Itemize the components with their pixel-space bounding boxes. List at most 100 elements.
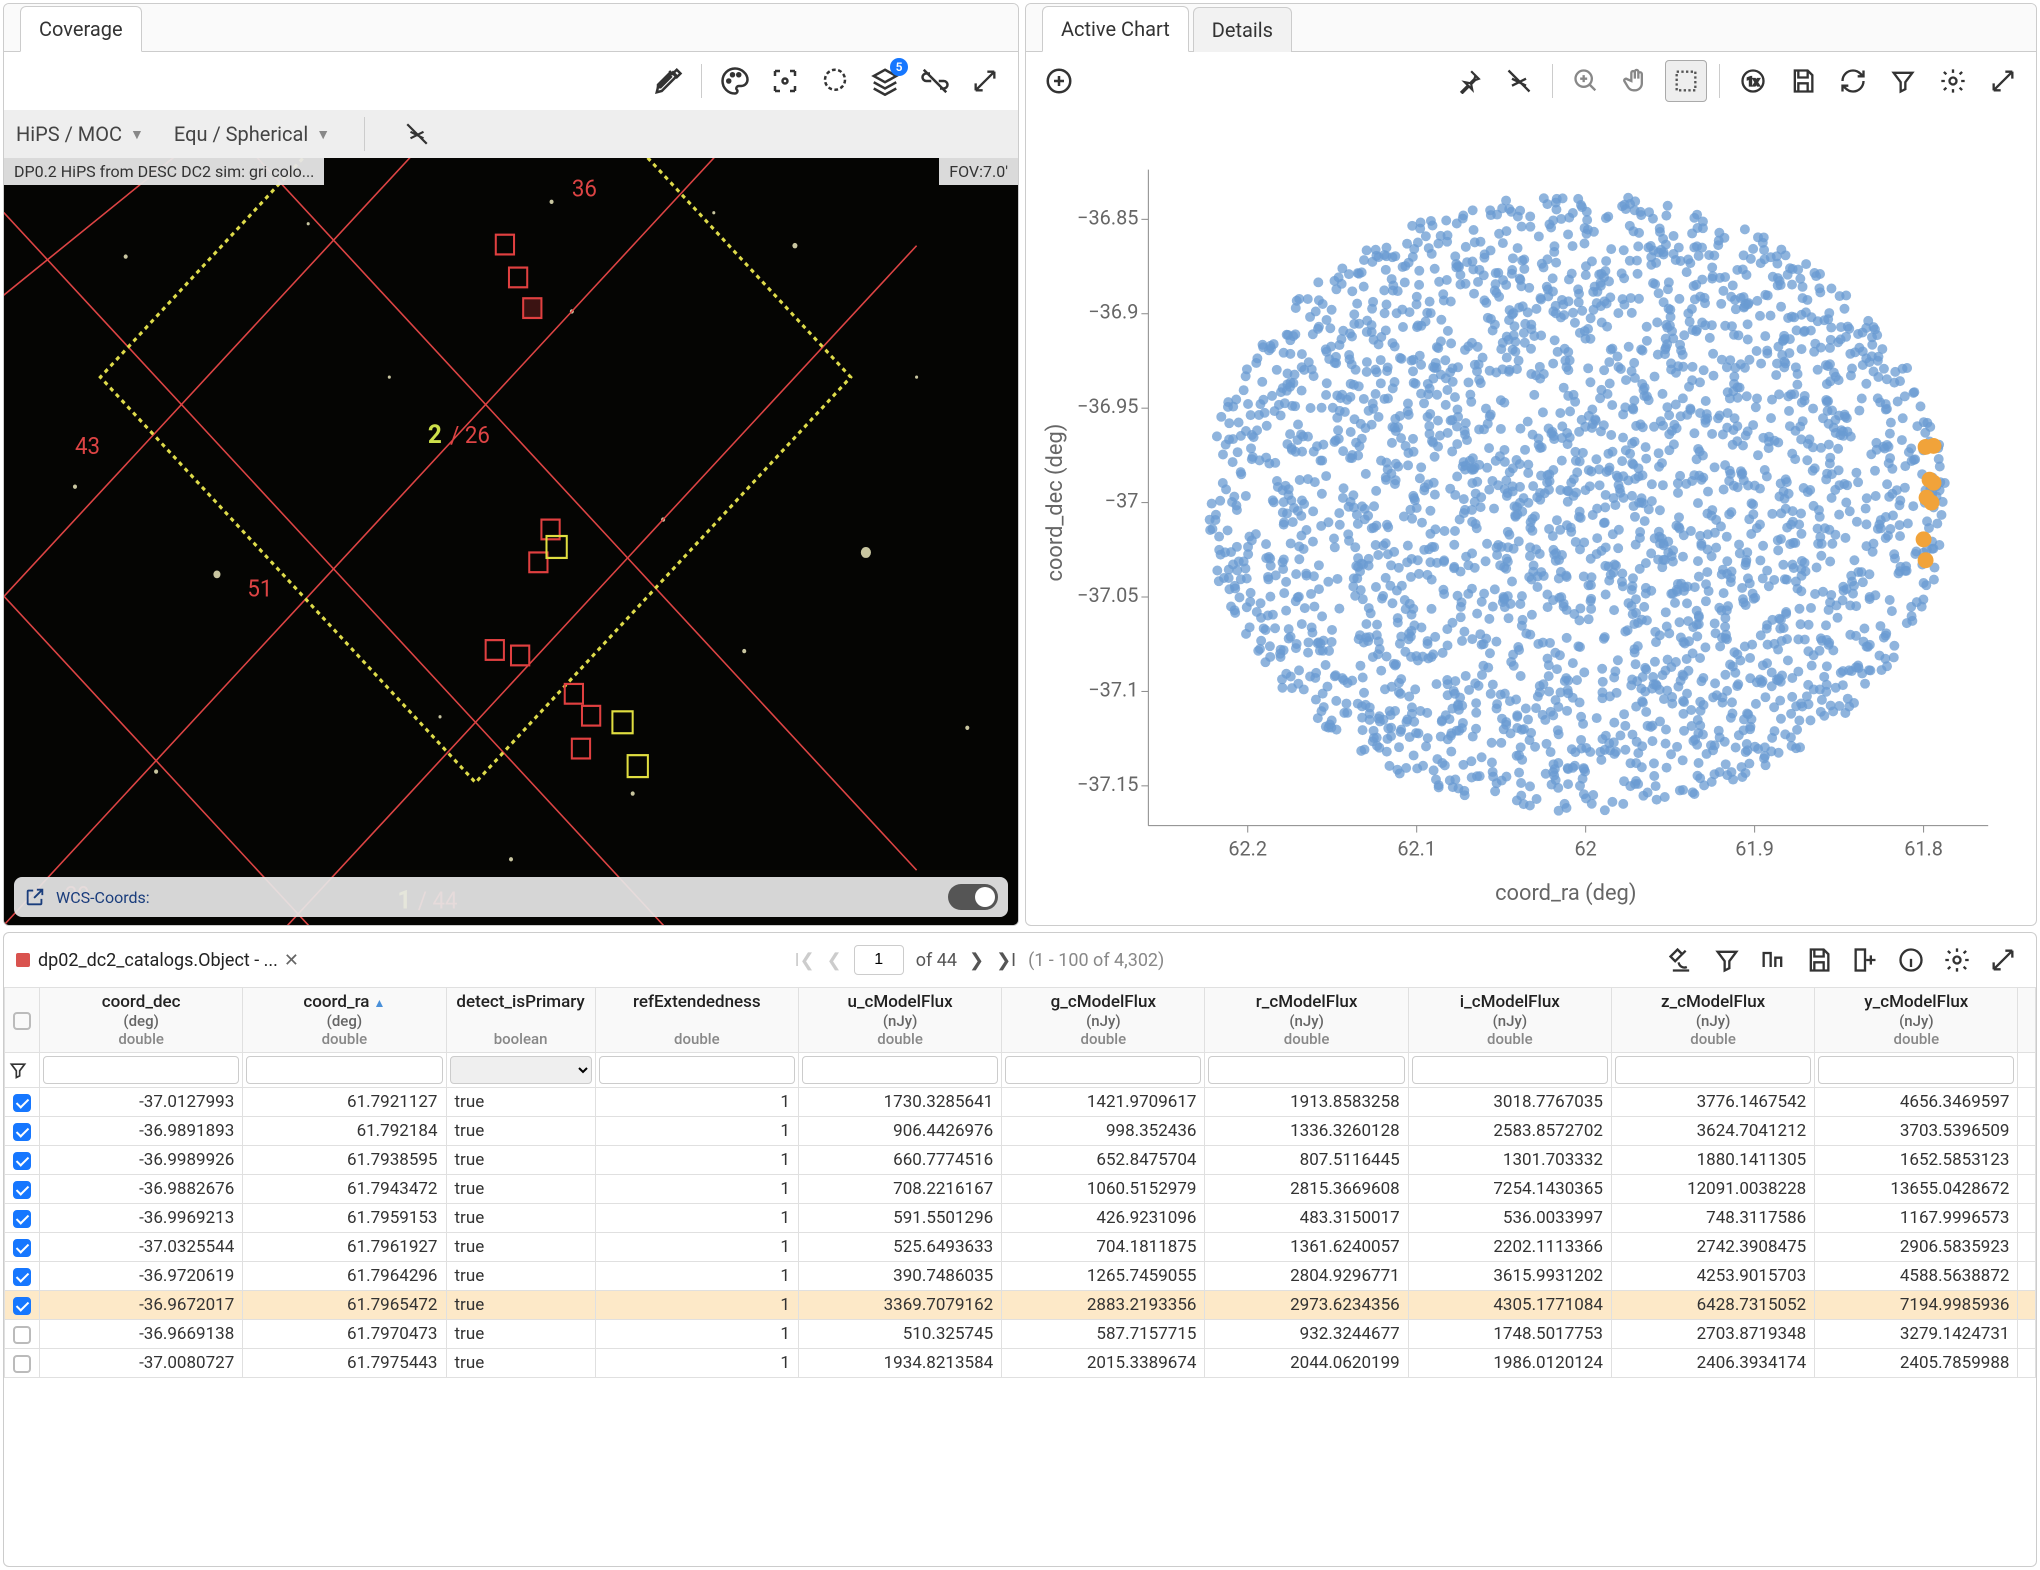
filter-r_cModelFlux[interactable] [1208,1056,1404,1084]
row-filter-icon[interactable] [8,1060,28,1080]
cell-coord_dec: -36.9882676 [40,1175,243,1204]
pan-icon[interactable] [1615,60,1657,102]
sky-image[interactable]: DP0.2 HiPS from DESC DC2 sim: gri colo..… [4,158,1018,925]
filter-refExtendedness[interactable] [599,1056,795,1084]
col-y_cModelFlux[interactable]: y_cModelFlux(nJy)double [1815,988,2018,1053]
scatter-plot[interactable]: −36.85 −36.9 −36.95 −37 −37.05 −37.1 −37… [1026,110,2036,925]
expand-icon[interactable] [964,60,1006,102]
text-options-icon[interactable] [1752,939,1794,981]
filter-detect_isPrimary[interactable] [450,1056,592,1084]
link-off-icon[interactable] [914,60,956,102]
table-row[interactable]: -36.989189361.792184true1906.4426976998.… [5,1117,2036,1146]
tools-icon[interactable] [647,60,689,102]
filter-i_cModelFlux[interactable] [1412,1056,1608,1084]
table-save-icon[interactable] [1798,939,1840,981]
select-all-checkbox[interactable] [13,1012,31,1030]
table-row[interactable]: -36.966913861.7970473true1510.325745587.… [5,1320,2036,1349]
table-settings-icon[interactable] [1936,939,1978,981]
cell-i_cModelFlux: 2202.1113366 [1408,1233,1611,1262]
filter-u_cModelFlux[interactable] [802,1056,998,1084]
add-column-icon[interactable] [1844,939,1886,981]
page-last-icon[interactable]: ❯I [996,950,1016,971]
col-detect_isPrimary[interactable]: detect_isPrimary boolean [446,988,595,1053]
coverage-toolbar: 5 [4,52,1018,110]
frame-dropdown[interactable]: Equ / Spherical▼ [174,122,330,146]
filter-coord_dec[interactable] [43,1056,239,1084]
info-icon[interactable] [1890,939,1932,981]
settings-icon[interactable] [1932,60,1974,102]
col-coord_dec[interactable]: coord_dec(deg)double [40,988,243,1053]
save-icon[interactable] [1782,60,1824,102]
filter-coord_ra[interactable] [246,1056,442,1084]
coords-toggle[interactable] [948,884,998,910]
layers-icon[interactable]: 5 [864,60,906,102]
microscope-icon[interactable] [1660,939,1702,981]
col-g_cModelFlux[interactable]: g_cModelFlux(nJy)double [1002,988,1205,1053]
cell-z_cModelFlux: 12091.0038228 [1611,1175,1814,1204]
table-scroll[interactable]: coord_dec(deg)doublecoord_ra▲(deg)double… [4,987,2036,1567]
cell-refExtendedness: 1 [595,1204,798,1233]
cell-z_cModelFlux: 6428.7315052 [1611,1291,1814,1320]
zoom-reset-icon[interactable]: 1x [1732,60,1774,102]
page-prev-icon[interactable]: ❮ [827,950,842,971]
filter-g_cModelFlux[interactable] [1005,1056,1201,1084]
col-u_cModelFlux[interactable]: u_cModelFlux(nJy)double [798,988,1001,1053]
table-row[interactable]: -36.967201761.7965472true13369.707916228… [5,1291,2036,1320]
refresh-icon[interactable] [1832,60,1874,102]
cell-coord_ra: 61.7943472 [243,1175,446,1204]
filter-icon[interactable] [1882,60,1924,102]
table-row[interactable]: -37.012799361.7921127true11730.328564114… [5,1088,2036,1117]
page-range: (1 - 100 of 4,302) [1028,950,1164,971]
table-row[interactable]: -36.996921361.7959153true1591.5501296426… [5,1204,2036,1233]
filter-y_cModelFlux[interactable] [1818,1056,2014,1084]
chart-expand-icon[interactable] [1982,60,2024,102]
add-chart-icon[interactable] [1038,60,1080,102]
row-checkbox[interactable] [13,1326,31,1344]
col-i_cModelFlux[interactable]: i_cModelFlux(nJy)double [1408,988,1611,1053]
lock-off-icon[interactable] [399,116,435,152]
col-coord_ra[interactable]: coord_ra▲(deg)double [243,988,446,1053]
page-of-label: of 44 [916,950,957,971]
row-checkbox[interactable] [13,1297,31,1315]
zoom-in-icon[interactable] [1565,60,1607,102]
pin-icon[interactable] [1448,60,1490,102]
col-refExtendedness[interactable]: refExtendedness double [595,988,798,1053]
unlink-icon[interactable] [1498,60,1540,102]
filter-z_cModelFlux[interactable] [1615,1056,1811,1084]
table-expand-icon[interactable] [1982,939,2024,981]
cell-u_cModelFlux: 390.7486035 [798,1262,1001,1291]
table-row[interactable]: -36.972061961.7964296true1390.7486035126… [5,1262,2036,1291]
row-checkbox[interactable] [13,1210,31,1228]
page-first-icon[interactable]: I❮ [795,950,815,971]
col-r_cModelFlux[interactable]: r_cModelFlux(nJy)double [1205,988,1408,1053]
row-checkbox[interactable] [13,1094,31,1112]
projection-dropdown[interactable]: HiPS / MOC▼ [16,122,144,146]
row-checkbox[interactable] [13,1181,31,1199]
close-icon[interactable]: ✕ [284,950,299,971]
cell-i_cModelFlux: 3615.9931202 [1408,1262,1611,1291]
cell-g_cModelFlux: 1421.9709617 [1002,1088,1205,1117]
page-input[interactable] [854,945,904,975]
col-z_cModelFlux[interactable]: z_cModelFlux(nJy)double [1611,988,1814,1053]
row-checkbox[interactable] [13,1152,31,1170]
table-row[interactable]: -36.998992661.7938595true1660.7774516652… [5,1146,2036,1175]
popout-icon[interactable] [24,886,46,908]
tab-coverage[interactable]: Coverage [20,6,142,52]
row-checkbox[interactable] [13,1123,31,1141]
box-select-icon[interactable] [1665,60,1707,102]
table-row[interactable]: -36.988267661.7943472true1708.2216167106… [5,1175,2036,1204]
table-filter-icon[interactable] [1706,939,1748,981]
row-checkbox[interactable] [13,1239,31,1257]
tab-active-chart[interactable]: Active Chart [1042,6,1189,52]
table-row[interactable]: -37.032554461.7961927true1525.6493633704… [5,1233,2036,1262]
page-next-icon[interactable]: ❯ [969,950,984,971]
table-row[interactable]: -37.008072761.7975443true11934.821358420… [5,1349,2036,1378]
recenter-icon[interactable] [764,60,806,102]
tab-details[interactable]: Details [1193,7,1292,52]
palette-icon[interactable] [714,60,756,102]
cell-r_cModelFlux: 1361.6240057 [1205,1233,1408,1262]
region-select-icon[interactable] [814,60,856,102]
row-checkbox[interactable] [13,1355,31,1373]
row-checkbox[interactable] [13,1268,31,1286]
chart-toolbar: 1x [1026,52,2036,110]
